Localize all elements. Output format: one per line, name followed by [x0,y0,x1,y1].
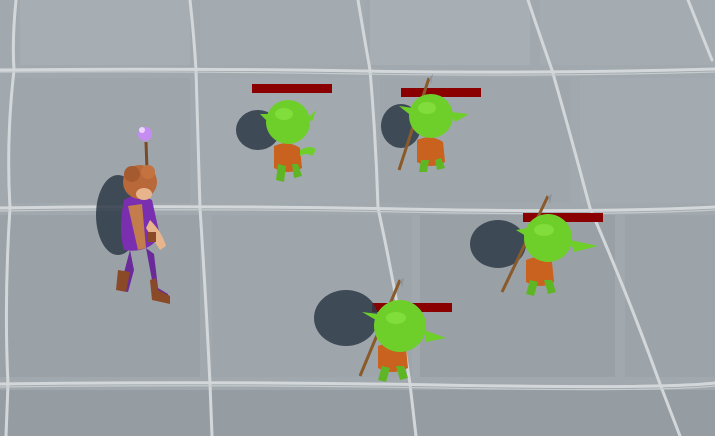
hero-sprite [96,127,170,304]
player-hero[interactable] [88,120,188,310]
goblin-3-sprite [470,194,598,296]
goblin-4-sprite [314,278,446,382]
magic-staff-icon [138,127,152,141]
goblin-2-sprite [381,74,469,172]
game-viewport[interactable] [0,0,715,436]
goblin-1-sprite [236,100,316,182]
